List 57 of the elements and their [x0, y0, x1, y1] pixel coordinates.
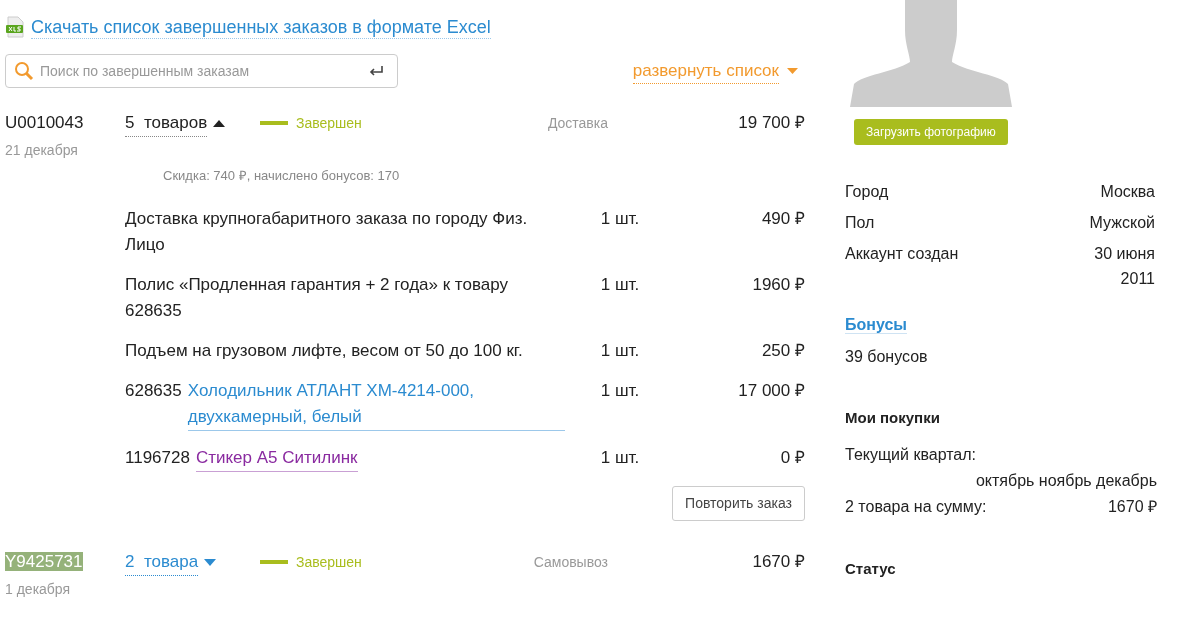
profile-field-label: Город	[845, 182, 889, 202]
profile-field-value: 30 июня 2011	[1093, 244, 1155, 289]
order-date: 1 декабря	[5, 580, 71, 597]
item-quantity: 1 шт.	[600, 208, 640, 228]
purchases-heading: Мои покупки	[845, 409, 940, 426]
item-quantity: 1 шт.	[600, 340, 640, 360]
item-price: 0 ₽	[780, 447, 805, 467]
search-icon	[14, 61, 34, 81]
order-number[interactable]: U0010043	[5, 113, 84, 132]
purchase-count: 2 товара на сумму:	[845, 496, 987, 517]
period-label: Текущий квартал:	[845, 445, 977, 463]
spreadsheet-file-icon	[5, 16, 25, 38]
items-toggle[interactable]: 2 товара	[125, 548, 260, 576]
delivery-method: Доставка	[547, 114, 608, 133]
item-name: Подъем на грузовом лифте, весом от 50 до 100 кг.	[125, 339, 523, 362]
product-link[interactable]: Стикер А5 Ситилинк	[195, 444, 358, 472]
product-code: 1196728	[125, 446, 190, 469]
enter-key-icon	[368, 66, 384, 76]
search-field[interactable]: Поиск по завершенным заказам	[5, 54, 398, 88]
item-quantity: 1 шт.	[600, 274, 640, 294]
order-date: 21 декабря	[5, 142, 78, 158]
bonuses-link[interactable]: Бонусы	[845, 316, 907, 334]
status-heading: Статус	[845, 559, 896, 577]
caret-up-icon	[213, 120, 226, 127]
purchase-sum: 1670 ₽	[1107, 496, 1157, 517]
item-price: 250 ₽	[761, 340, 805, 360]
order-total: 19 700 ₽	[737, 112, 805, 134]
order-status: Завершен	[296, 552, 362, 572]
profile-field-value: Мужской	[1089, 213, 1155, 233]
status-bar-icon	[260, 121, 288, 125]
order-status: Завершен	[296, 114, 362, 133]
order-number[interactable]: Y9425731	[5, 551, 83, 571]
period-months: октябрь ноябрь декабрь	[975, 471, 1157, 489]
profile-field-value: Москва	[1100, 182, 1155, 202]
export-excel-link[interactable]: Скачать список завершенных заказов в формате Excel	[31, 15, 491, 39]
repeat-order-button[interactable]: Повторить заказ	[672, 485, 805, 521]
bonus-balance: 39 бонусов	[845, 348, 928, 365]
profile-field-label: Аккаунт создан	[845, 244, 959, 264]
item-price: 1960 ₽	[752, 274, 805, 294]
items-toggle[interactable]: 5 товаров	[125, 110, 260, 137]
product-code: 628635	[125, 379, 182, 402]
item-price: 490 ₽	[761, 208, 805, 228]
status-bar-icon	[260, 559, 288, 564]
delivery-method: Самовывоз	[533, 552, 608, 572]
upload-photo-button[interactable]: Загрузить фотографию	[854, 119, 1008, 145]
caret-down-icon	[787, 68, 798, 74]
item-name: Полис «Продленная гарантия + 2 года» к товару 628635	[125, 273, 509, 322]
profile-field-label: Пол	[845, 213, 875, 233]
caret-down-icon	[204, 558, 217, 566]
product-link[interactable]: Холодильник АТЛАНТ ХМ-4214-000, двухкамерный, белый	[187, 377, 565, 431]
order-total: 1670 ₽	[751, 550, 805, 573]
item-price: 17 000 ₽	[738, 380, 805, 400]
item-quantity: 1 шт.	[600, 447, 640, 467]
item-quantity: 1 шт.	[600, 380, 640, 400]
item-name: Доставка крупногабаритного заказа по городу Физ. Лицо	[125, 207, 529, 256]
expand-list-toggle[interactable]: развернуть список	[632, 57, 798, 85]
order-summary: Скидка: 740 ₽, начислено бонусов: 170	[163, 168, 400, 183]
